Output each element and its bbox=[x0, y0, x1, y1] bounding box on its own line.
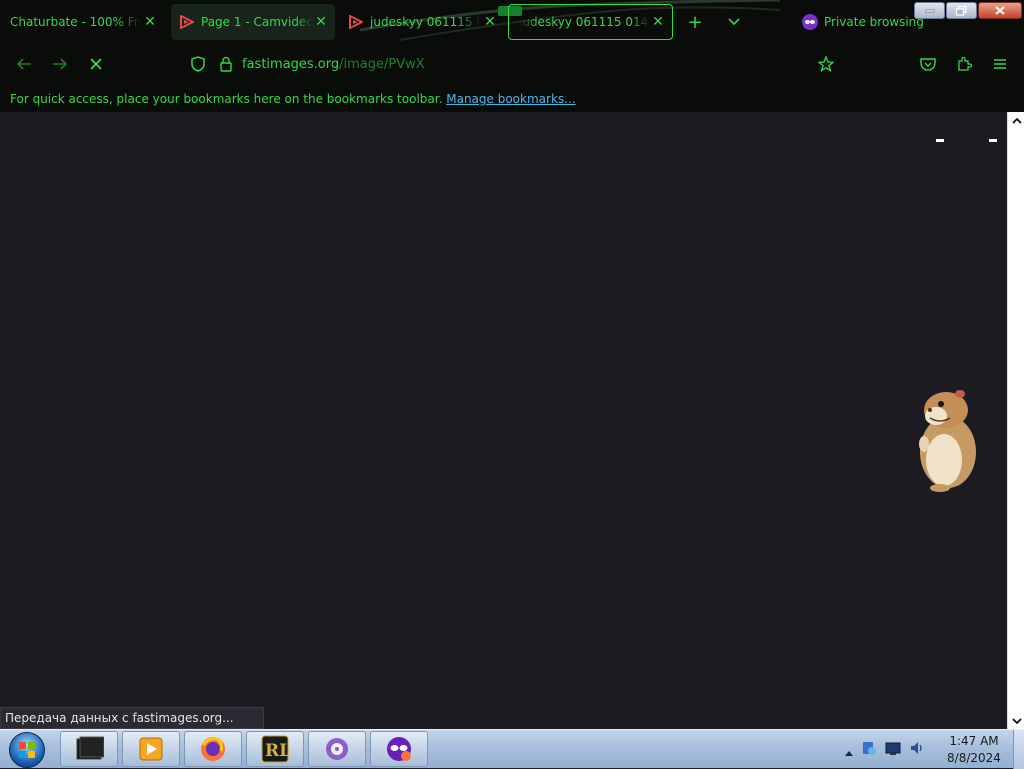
close-tab-icon[interactable]: ✕ bbox=[650, 14, 666, 30]
url-path: /image/PVwX bbox=[339, 57, 425, 72]
tab-strip: Chaturbate - 100% Free Chat ✕ Page 1 - C… bbox=[0, 0, 1024, 44]
extensions-puzzle-icon[interactable] bbox=[952, 52, 976, 76]
browser-window: Chaturbate - 100% Free Chat ✕ Page 1 - C… bbox=[0, 0, 1024, 769]
taskbar-app-media-player[interactable] bbox=[122, 731, 180, 767]
tab-title: Chaturbate - 100% Free Chat bbox=[10, 15, 142, 29]
private-mask-icon bbox=[802, 14, 818, 30]
taskbar-app-firefox-private[interactable] bbox=[370, 731, 428, 767]
clock-date: 8/8/2024 bbox=[947, 751, 1001, 765]
monitor-icon[interactable] bbox=[885, 741, 901, 760]
tab-title: judeskyy 061115 014 bbox=[370, 15, 482, 29]
taskbar-app-window[interactable] bbox=[60, 731, 118, 767]
url-host: fastimages.org bbox=[242, 57, 340, 72]
clock[interactable]: 1:47 AM 8/8/2024 bbox=[938, 733, 1010, 767]
rl-app-icon: RL bbox=[261, 735, 289, 763]
play-favicon-icon bbox=[348, 14, 364, 30]
black-window-icon bbox=[76, 736, 104, 760]
taskbar-app-firefox[interactable] bbox=[184, 731, 242, 767]
page-marker-right bbox=[989, 139, 997, 142]
windows-logo-icon bbox=[9, 732, 45, 768]
close-window-button[interactable] bbox=[978, 2, 1022, 19]
system-tray bbox=[845, 740, 925, 760]
private-browsing-label: Private browsing bbox=[824, 15, 924, 29]
tracking-shield-icon[interactable] bbox=[186, 52, 210, 76]
disc-app-icon bbox=[326, 738, 348, 760]
forward-arrow-icon[interactable] bbox=[48, 52, 72, 76]
svg-text:RL: RL bbox=[265, 741, 289, 761]
lock-icon[interactable] bbox=[214, 52, 238, 76]
media-player-icon bbox=[139, 737, 163, 761]
tab-chaturbate[interactable]: Chaturbate - 100% Free Chat ✕ bbox=[4, 4, 162, 40]
back-arrow-icon[interactable] bbox=[12, 52, 36, 76]
tab-judeskyy-2[interactable]: judeskyy 061115 014 ✕ bbox=[508, 4, 673, 40]
start-button[interactable] bbox=[6, 731, 48, 769]
bookmarks-hint-text: For quick access, place your bookmarks h… bbox=[10, 92, 443, 106]
tab-title: Page 1 - Camvideos bbox=[201, 15, 313, 29]
list-all-tabs-icon[interactable] bbox=[722, 10, 746, 34]
close-tab-icon[interactable]: ✕ bbox=[313, 14, 329, 30]
pocket-icon[interactable] bbox=[916, 52, 940, 76]
taskbar-app-rl[interactable]: RL bbox=[246, 731, 304, 767]
firefox-private-icon bbox=[387, 737, 411, 761]
tab-judeskyy[interactable]: judeskyy 061115 014 ✕ bbox=[342, 4, 502, 40]
show-hidden-icons-icon[interactable] bbox=[845, 741, 853, 760]
bookmark-star-icon[interactable] bbox=[814, 52, 838, 76]
restore-button[interactable] bbox=[946, 2, 977, 19]
close-tab-icon[interactable]: ✕ bbox=[142, 14, 158, 30]
address-bar[interactable]: fastimages.org/image/PVwX bbox=[180, 50, 840, 78]
tab-camvideos[interactable]: Page 1 - Camvideos ✕ bbox=[171, 4, 335, 40]
minimize-button[interactable] bbox=[914, 2, 945, 19]
status-panel: Передача данных с fastimages.org... bbox=[0, 707, 264, 729]
private-browsing-indicator: Private browsing bbox=[802, 13, 924, 31]
volume-icon[interactable] bbox=[909, 740, 925, 760]
scroll-down-arrow-icon[interactable] bbox=[1008, 712, 1024, 729]
manage-bookmarks-link[interactable]: Manage bookmarks... bbox=[446, 92, 575, 106]
bookmarks-toolbar: For quick access, place your bookmarks h… bbox=[0, 84, 1024, 112]
url-text: fastimages.org/image/PVwX bbox=[242, 57, 425, 72]
hamster-animation bbox=[919, 390, 976, 492]
firefox-icon bbox=[201, 737, 225, 761]
window-controls bbox=[914, 2, 1022, 19]
page-marker-left bbox=[936, 139, 944, 142]
navigation-toolbar: fastimages.org/image/PVwX bbox=[0, 44, 1024, 84]
show-desktop-button[interactable] bbox=[1013, 730, 1024, 769]
taskbar-app-disc[interactable] bbox=[308, 731, 366, 767]
clock-time: 1:47 AM bbox=[949, 734, 999, 748]
taskbar: RL 1:47 AM 8/8/2024 bbox=[0, 729, 1024, 769]
bookmarks-hint: For quick access, place your bookmarks h… bbox=[10, 92, 576, 106]
scroll-up-arrow-icon[interactable] bbox=[1008, 112, 1024, 129]
tab-title: judeskyy 061115 014 bbox=[519, 15, 649, 29]
stop-loading-icon[interactable] bbox=[84, 52, 108, 76]
network-globe-icon[interactable] bbox=[861, 740, 877, 760]
close-tab-icon[interactable]: ✕ bbox=[482, 14, 498, 30]
page-content bbox=[0, 112, 1007, 729]
new-tab-icon[interactable]: + bbox=[683, 10, 707, 34]
play-favicon-icon bbox=[179, 14, 195, 30]
vertical-scrollbar[interactable] bbox=[1007, 112, 1024, 729]
menu-hamburger-icon[interactable] bbox=[988, 52, 1012, 76]
